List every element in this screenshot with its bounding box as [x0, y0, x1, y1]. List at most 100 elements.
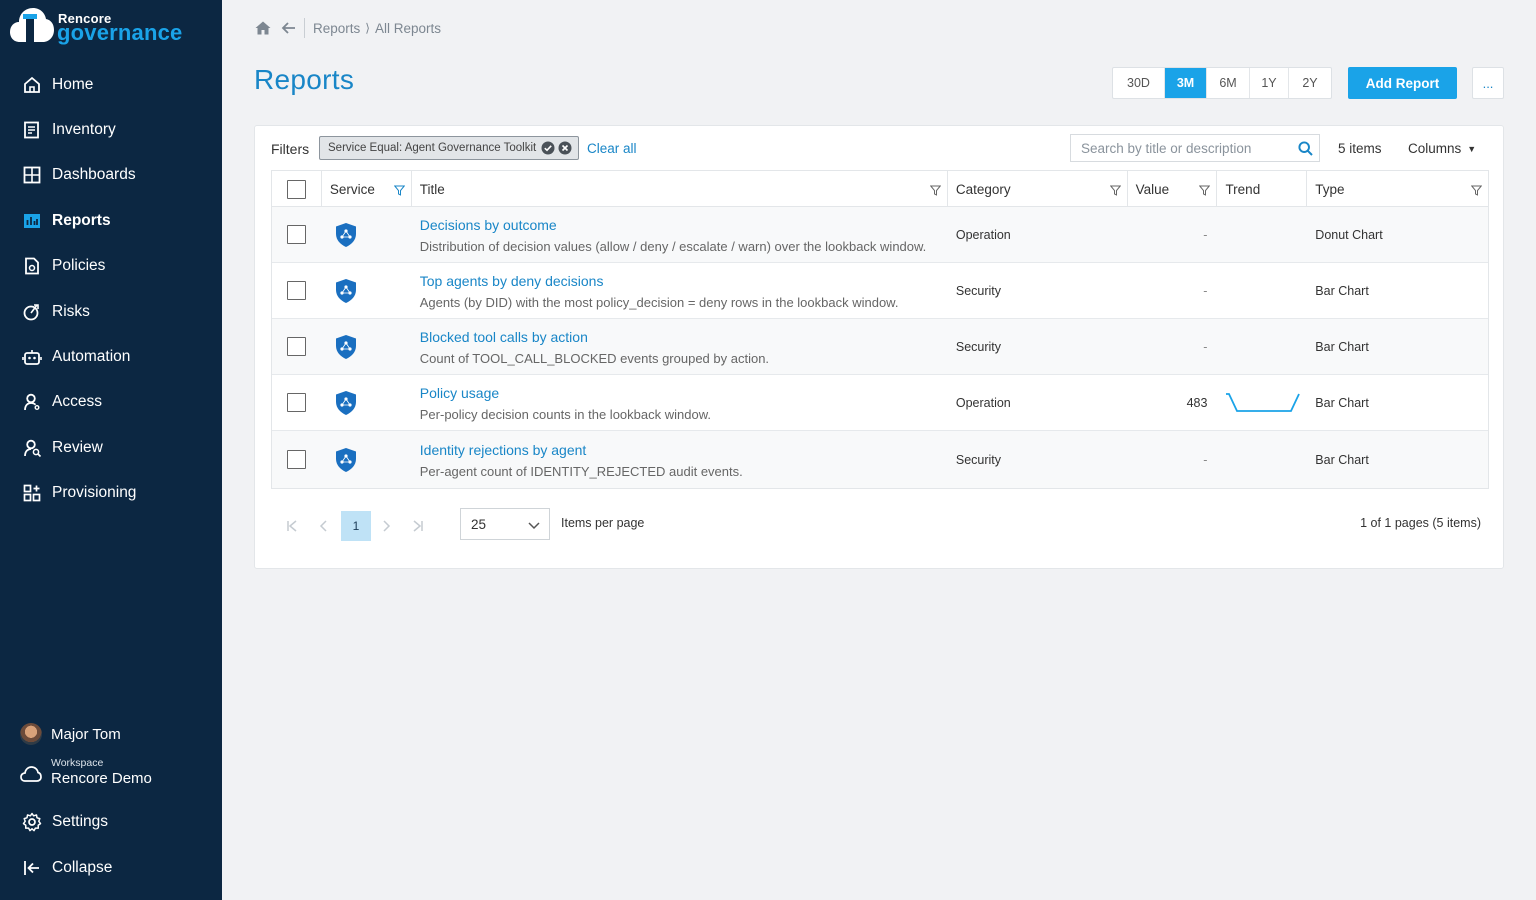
- report-description: Distribution of decision values (allow /…: [419, 239, 927, 254]
- sidebar-item-review[interactable]: Review: [0, 425, 222, 470]
- back-arrow-icon[interactable]: [280, 19, 298, 37]
- category-cell: Operation: [955, 227, 1011, 242]
- filter-chip[interactable]: Service Equal: Agent Governance Toolkit: [319, 136, 580, 160]
- sidebar-item-settings[interactable]: Settings: [22, 812, 108, 832]
- next-page-icon[interactable]: [377, 517, 395, 535]
- last-page-icon[interactable]: [409, 517, 427, 535]
- report-title-link[interactable]: Identity rejections by agent: [420, 442, 587, 458]
- sidebar-item-automation[interactable]: Automation: [0, 334, 222, 379]
- sidebar: Rencore governance Home Inventory Dashbo…: [0, 0, 222, 900]
- range-3m-button[interactable]: 3M: [1165, 68, 1207, 98]
- header-title[interactable]: Title: [412, 171, 948, 207]
- items-count: 5 items: [1338, 141, 1382, 156]
- type-cell: Bar Chart: [1315, 339, 1369, 354]
- filter-icon[interactable]: [1199, 184, 1211, 196]
- agent-governance-shield-icon: [335, 447, 356, 472]
- time-range-selector: 30D 3M 6M 1Y 2Y: [1112, 67, 1332, 99]
- brand-name-line2: governance: [57, 20, 183, 45]
- columns-dropdown[interactable]: Columns ▼: [1408, 141, 1476, 156]
- header-value[interactable]: Value: [1128, 171, 1218, 207]
- check-circle-icon[interactable]: [541, 141, 555, 155]
- trend-sparkline: [1226, 392, 1301, 412]
- breadcrumb-divider: [304, 18, 305, 38]
- sidebar-item-inventory[interactable]: Inventory: [0, 107, 222, 152]
- row-checkbox[interactable]: [287, 281, 307, 300]
- range-6m-button[interactable]: 6M: [1207, 68, 1250, 98]
- service-cell: [322, 263, 412, 318]
- breadcrumb: Reports ⟩ All Reports: [254, 18, 441, 38]
- page-info: 1 of 1 pages (5 items): [1360, 516, 1481, 530]
- page-number-button[interactable]: 1: [341, 511, 371, 541]
- report-title-link[interactable]: Top agents by deny decisions: [420, 273, 604, 289]
- sidebar-item-label: Automation: [52, 348, 131, 366]
- table-row[interactable]: Identity rejections by agent Per-agent c…: [272, 431, 1488, 488]
- items-per-page-value: 25: [471, 516, 487, 532]
- value-cell: 483: [1186, 395, 1208, 410]
- value-cell: -: [1203, 452, 1208, 467]
- range-1y-button[interactable]: 1Y: [1250, 68, 1289, 98]
- user-name: Major Tom: [51, 725, 121, 743]
- home-icon[interactable]: [254, 19, 272, 37]
- header-category[interactable]: Category: [948, 171, 1128, 207]
- header-service[interactable]: Service: [322, 171, 412, 207]
- value-cell: -: [1203, 283, 1208, 298]
- filter-icon[interactable]: [929, 184, 942, 196]
- type-cell: Bar Chart: [1315, 283, 1369, 298]
- table-row[interactable]: Top agents by deny decisions Agents (by …: [272, 263, 1488, 319]
- search-input[interactable]: [1081, 140, 1291, 156]
- previous-page-icon[interactable]: [315, 517, 333, 535]
- remove-circle-icon[interactable]: [558, 141, 572, 155]
- table-row[interactable]: Blocked tool calls by action Count of TO…: [272, 319, 1488, 375]
- sidebar-collapse-button[interactable]: Collapse: [22, 858, 112, 878]
- cloud-icon: [20, 765, 42, 788]
- report-title-link[interactable]: Blocked tool calls by action: [420, 329, 588, 345]
- breadcrumb-item-reports[interactable]: Reports: [313, 21, 360, 36]
- filter-icon[interactable]: [1109, 184, 1121, 196]
- table-row[interactable]: Policy usage Per-policy decision counts …: [272, 375, 1488, 431]
- range-30d-button[interactable]: 30D: [1113, 68, 1165, 98]
- sidebar-item-policies[interactable]: Policies: [0, 244, 222, 289]
- table-row[interactable]: Decisions by outcome Distribution of dec…: [272, 207, 1488, 263]
- row-checkbox[interactable]: [287, 225, 307, 244]
- search-icon[interactable]: [1298, 141, 1313, 156]
- range-2y-button[interactable]: 2Y: [1289, 68, 1331, 98]
- dashboards-icon: [22, 165, 42, 185]
- workspace-name: Rencore Demo: [51, 770, 152, 787]
- row-checkbox[interactable]: [287, 393, 307, 412]
- add-report-button[interactable]: Add Report: [1348, 67, 1457, 99]
- sidebar-item-home[interactable]: Home: [0, 62, 222, 107]
- agent-governance-shield-icon: [335, 222, 356, 247]
- agent-governance-shield-icon: [335, 278, 356, 303]
- report-description: Per-agent count of IDENTITY_REJECTED aud…: [419, 464, 743, 479]
- items-per-page-select[interactable]: 25: [460, 508, 550, 540]
- more-options-button[interactable]: ...: [1472, 67, 1504, 99]
- table-header: Service Title Category Value Trend Type: [272, 171, 1488, 207]
- inventory-icon: [22, 120, 42, 140]
- main-content: Reports ⟩ All Reports Reports 30D 3M 6M …: [222, 0, 1536, 900]
- row-checkbox[interactable]: [287, 337, 307, 356]
- brand-logo[interactable]: Rencore governance: [10, 6, 210, 46]
- select-all-checkbox[interactable]: [286, 179, 306, 199]
- type-cell: Bar Chart: [1315, 452, 1369, 467]
- report-title-link[interactable]: Policy usage: [420, 385, 499, 401]
- clear-all-filters-link[interactable]: Clear all: [587, 141, 637, 156]
- sidebar-item-reports[interactable]: Reports: [0, 198, 222, 243]
- sidebar-item-provisioning[interactable]: Provisioning: [0, 471, 222, 516]
- type-cell: Donut Chart: [1315, 227, 1383, 242]
- sidebar-item-access[interactable]: Access: [0, 380, 222, 425]
- user-menu[interactable]: Major Tom: [20, 723, 121, 745]
- filter-icon[interactable]: [393, 184, 406, 196]
- row-checkbox[interactable]: [287, 450, 307, 469]
- report-title-link[interactable]: Decisions by outcome: [420, 217, 557, 233]
- provisioning-icon: [22, 483, 42, 503]
- header-label: Category: [955, 181, 1011, 197]
- filter-icon[interactable]: [1470, 184, 1483, 196]
- sidebar-item-dashboards[interactable]: Dashboards: [0, 153, 222, 198]
- workspace-switcher[interactable]: Workspace Rencore Demo: [20, 757, 152, 788]
- sidebar-item-risks[interactable]: Risks: [0, 289, 222, 334]
- agent-governance-shield-icon: [335, 334, 356, 359]
- first-page-icon[interactable]: [283, 517, 301, 535]
- category-cell: Security: [955, 452, 1002, 467]
- header-type[interactable]: Type: [1307, 171, 1488, 207]
- collapse-label: Collapse: [52, 859, 113, 876]
